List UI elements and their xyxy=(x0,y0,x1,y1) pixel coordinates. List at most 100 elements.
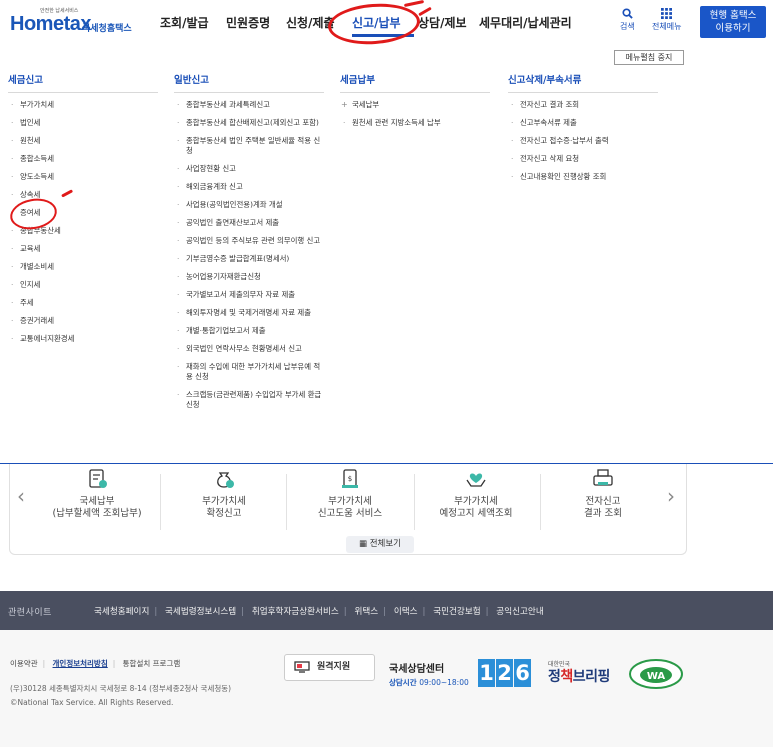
quick-item-tax-payment[interactable]: 국세납부 (납부할세액 조회납부) xyxy=(37,468,157,520)
nav-lookup[interactable]: 조회/발급 xyxy=(160,14,209,31)
printer-document-icon xyxy=(593,469,613,486)
menu-item[interactable]: 해외투자명세 및 국제거래명세 자료 제출 xyxy=(174,308,326,318)
quick-item-vat-preliminary[interactable]: 부가가치세 예정고지 세액조회 xyxy=(416,468,536,520)
call-number-126: 126 xyxy=(478,659,532,687)
menu-col-general-report: 일반신고 종합부동산세 과세특례신고 종합부동산세 합산배제신고(제외신고 포함… xyxy=(174,72,326,418)
menu-item-vat[interactable]: 부가가치세 xyxy=(8,100,158,110)
quick-item-vat-final[interactable]: 부가가치세 확정신고 xyxy=(164,468,284,520)
privacy-link[interactable]: 개인정보처리방침 xyxy=(53,659,108,668)
menu-item[interactable]: 기부금영수증 발급합계표(명세서) xyxy=(174,254,326,264)
menu-item-education[interactable]: 교육세 xyxy=(8,244,158,254)
menu-item[interactable]: 국가별보고서 제출의무자 자료 제출 xyxy=(174,290,326,300)
related-link[interactable]: 국세청홈페이지 xyxy=(94,607,149,617)
search-button[interactable]: 검색 xyxy=(620,8,635,32)
menu-item[interactable]: 전자신고 삭제 요청 xyxy=(508,154,658,164)
quick-item-line1: 부가가치세 xyxy=(454,496,498,507)
quick-item-line1: 전자신고 xyxy=(585,496,621,507)
menu-item[interactable]: 전자신고 접수증·납부서 출력 xyxy=(508,136,658,146)
logo-char: 정 xyxy=(548,669,561,685)
menu-item[interactable]: 해외금융계좌 신고 xyxy=(174,182,326,192)
install-program-link[interactable]: 통합설치 프로그램 xyxy=(123,659,181,668)
separator: | xyxy=(154,607,158,617)
related-link[interactable]: 취업후학자금상환서비스 xyxy=(252,607,339,617)
menu-item-excise[interactable]: 개별소비세 xyxy=(8,262,158,272)
footer-copyright: ©National Tax Service. All Rights Reserv… xyxy=(10,698,174,707)
view-all-button[interactable]: ▦ 전체보기 xyxy=(346,536,414,553)
menu-item[interactable]: 전자신고 결과 조회 xyxy=(508,100,658,110)
menu-item-withholding[interactable]: 원천세 xyxy=(8,136,158,146)
hometax-page: 안전한 납세서비스 Hometax 국세청홈택스 조회/발급 민원증명 신청/제… xyxy=(0,0,773,747)
related-link[interactable]: 국민건강보험 xyxy=(433,607,480,617)
tax-payment-icon xyxy=(89,469,107,488)
prev-arrow-icon[interactable]: ‹ xyxy=(17,484,25,508)
nav-certificate[interactable]: 민원증명 xyxy=(226,14,270,31)
quick-item-line2: 신고도움 서비스 xyxy=(317,508,383,519)
related-link[interactable]: 공익신고안내 xyxy=(496,607,543,617)
menu-item-transfer[interactable]: 양도소득세 xyxy=(8,172,158,182)
menu-item-traffic-energy[interactable]: 교통에너지환경세 xyxy=(8,334,158,344)
separator: | xyxy=(241,607,245,617)
annotation-circle-nav xyxy=(326,0,422,48)
quick-item-vat-help[interactable]: $ 부가가치세 신고도움 서비스 xyxy=(290,468,410,520)
menu-item-stamp[interactable]: 인지세 xyxy=(8,280,158,290)
quick-item-e-report-result[interactable]: 전자신고 결과 조회 xyxy=(543,468,663,520)
menu-item[interactable]: 재화의 수입에 대한 부가가치세 납부유예 적용 신청 xyxy=(174,362,326,382)
menu-list: 종합부동산세 과세특례신고 종합부동산세 합산배제신고(제외신고 포함) 종합부… xyxy=(174,100,326,410)
menu-item-income[interactable]: 종합소득세 xyxy=(8,154,158,164)
menu-item[interactable]: 공익법인 등의 주식보유 관련 의무이행 신고 xyxy=(174,236,326,246)
footer-links: 이용약관 | 개인정보처리방침 | 통합설치 프로그램 xyxy=(10,658,180,669)
separator: | xyxy=(383,607,387,617)
nav-apply[interactable]: 신청/제출 xyxy=(286,14,335,31)
menu-expand-stop-button[interactable]: 메뉴펼침 중지 xyxy=(614,50,684,65)
hometax-logo[interactable]: 안전한 납세서비스 Hometax 국세청홈택스 xyxy=(10,7,140,37)
grid-icon: ▦ xyxy=(358,539,368,549)
separator: | xyxy=(112,659,116,668)
logo-subtitle: 국세청홈택스 xyxy=(82,24,132,34)
logo-wordmark: Hometax xyxy=(10,13,91,35)
policy-briefing-logo[interactable]: 정책브리핑 xyxy=(548,666,610,686)
nav-agent[interactable]: 세무대리/납세관리 xyxy=(479,14,572,31)
menu-item[interactable]: 신고내용확인 진행상황 조회 xyxy=(508,172,658,182)
heart-hands-icon xyxy=(466,473,486,487)
menu-list: 국세납부 원천세 관련 지방소득세 납부 xyxy=(340,100,490,128)
menu-item-liquor[interactable]: 주세 xyxy=(8,298,158,308)
menu-item-national-tax-payment[interactable]: 국세납부 xyxy=(340,100,490,110)
top-header: 안전한 납세서비스 Hometax 국세청홈택스 조회/발급 민원증명 신청/제… xyxy=(0,0,773,48)
digit: 2 xyxy=(496,659,513,687)
related-link[interactable]: 이택스 xyxy=(394,607,418,617)
menu-item[interactable]: 공익법인 출연재산보고서 제출 xyxy=(174,218,326,228)
menu-col-tax-payment: 세금납부 국세납부 원천세 관련 지방소득세 납부 xyxy=(340,72,490,136)
menu-item[interactable]: 종합부동산세 법인 주택분 일반세율 적용 신청 xyxy=(174,136,326,156)
menu-item[interactable]: 사업용(공익법인전용)계좌 개설 xyxy=(174,200,326,210)
menu-item[interactable]: 농어업용기자재환급신청 xyxy=(174,272,326,282)
grid-menu-icon xyxy=(652,8,681,21)
terms-link[interactable]: 이용약관 xyxy=(10,659,38,668)
menu-item[interactable]: 사업장현황 신고 xyxy=(174,164,326,174)
related-link[interactable]: 국세법령정보시스템 xyxy=(165,607,236,617)
quick-item-line2: 예정고지 세액조회 xyxy=(439,508,513,519)
menu-item[interactable]: 신고부속서류 제출 xyxy=(508,118,658,128)
divider xyxy=(540,474,541,530)
menu-item[interactable]: 스크랩등(금관련제품) 수입업자 부가세 환급신청 xyxy=(174,390,326,410)
separator: | xyxy=(422,607,426,617)
menu-item-corporate[interactable]: 법인세 xyxy=(8,118,158,128)
menu-item[interactable]: 외국법인 연락사무소 현황명세서 신고 xyxy=(174,344,326,354)
menu-item[interactable]: 종합부동산세 합산배제신고(제외신고 포함) xyxy=(174,118,326,128)
next-arrow-icon[interactable]: › xyxy=(667,484,675,508)
menu-item[interactable]: 개별·통합기업보고서 제출 xyxy=(174,326,326,336)
call-center-hours: 상담시간 09:00~18:00 xyxy=(389,677,469,688)
all-menu-button[interactable]: 전체메뉴 xyxy=(652,8,681,32)
related-link[interactable]: 위택스 xyxy=(354,607,378,617)
menu-item[interactable]: 종합부동산세 과세특례신고 xyxy=(174,100,326,110)
vat-money-bag-icon xyxy=(217,472,234,488)
nav-consult[interactable]: 상담/제보 xyxy=(418,14,467,31)
legacy-hometax-button[interactable]: 현행 홈택스 이용하기 xyxy=(700,6,766,38)
digit: 1 xyxy=(478,659,495,687)
related-sites-bar: 관련사이트 국세청홈페이지 | 국세법령정보시스템 | 취업후학자금상환서비스 | 위… xyxy=(0,591,773,630)
menu-item-securities[interactable]: 증권거래세 xyxy=(8,316,158,326)
legacy-line-1: 현행 홈택스 xyxy=(709,10,757,21)
separator: | xyxy=(42,659,46,668)
menu-item-local-income-tax[interactable]: 원천세 관련 지방소득세 납부 xyxy=(340,118,490,128)
quick-item-line1: 국세납부 xyxy=(79,496,115,507)
logo-char: 브리핑 xyxy=(572,669,611,685)
